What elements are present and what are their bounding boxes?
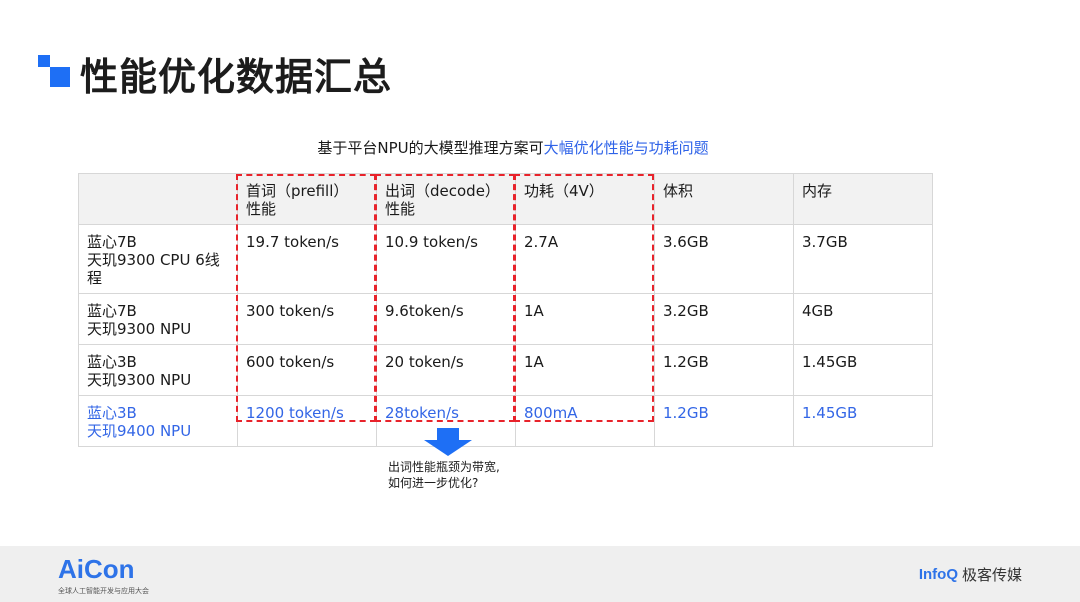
table-cell: 1.45GB (793, 395, 933, 447)
title-logo-mark (38, 55, 72, 89)
down-arrow-icon (424, 428, 472, 456)
slide-title: 性能优化数据汇总 (80, 55, 393, 99)
subtitle: 基于平台NPU的大模型推理方案可大幅优化性能与功耗问题 (0, 137, 1026, 158)
table-cell: 3.7GB (793, 224, 933, 294)
row-label: 蓝心3B 天玑9300 NPU (78, 344, 238, 396)
row-label: 蓝心7B 天玑9300 CPU 6线 程 (78, 224, 238, 294)
highlight-box-decode (375, 174, 515, 422)
header-cell-size: 体积 (654, 173, 794, 225)
table-cell: 3.2GB (654, 293, 794, 345)
highlight-box-prefill (236, 174, 376, 422)
infoq-brand-cn: 极客传媒 (961, 566, 1022, 584)
header-cell-empty (78, 173, 238, 225)
highlight-box-power (514, 174, 654, 422)
aicon-logo-subtitle: 全球人工智能开发与应用大会 (58, 587, 149, 595)
row-label: 蓝心3B 天玑9400 NPU (78, 395, 238, 447)
header-cell-memory: 内存 (793, 173, 933, 225)
table-cell: 1.2GB (654, 344, 794, 396)
subtitle-highlight: 大幅优化性能与功耗问题 (543, 139, 709, 157)
subtitle-text: 基于平台NPU的大模型推理方案可 (317, 139, 544, 157)
footer-bar: AiCon 全球人工智能开发与应用大会 InfoQ 极客传媒 (0, 546, 1080, 602)
table-cell: 3.6GB (654, 224, 794, 294)
table-cell: 4GB (793, 293, 933, 345)
aicon-logo: AiCon (58, 554, 135, 584)
bottleneck-note: 出词性能瓶颈为带宽, 如何进一步优化? (388, 460, 500, 490)
row-label: 蓝心7B 天玑9300 NPU (78, 293, 238, 345)
table-cell: 1.2GB (654, 395, 794, 447)
infoq-logo: InfoQ 极客传媒 (919, 564, 1022, 585)
table-cell: 1.45GB (793, 344, 933, 396)
infoq-brand: InfoQ (918, 566, 958, 583)
